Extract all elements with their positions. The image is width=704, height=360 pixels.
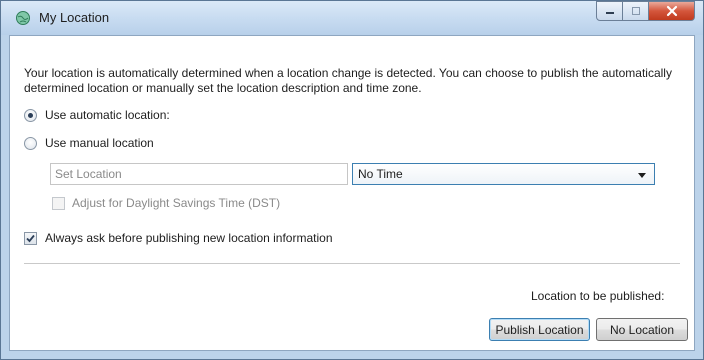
- no-location-button[interactable]: No Location: [596, 318, 688, 341]
- timezone-select[interactable]: No Time: [352, 163, 655, 185]
- maximize-icon: [631, 7, 640, 15]
- divider: [24, 263, 680, 264]
- title-bar[interactable]: My Location: [1, 1, 703, 35]
- always-ask-label: Always ask before publishing new locatio…: [45, 231, 333, 245]
- globe-icon: [16, 11, 30, 25]
- minimize-button[interactable]: [596, 1, 623, 21]
- always-ask-checkbox[interactable]: [24, 232, 37, 245]
- description-text: Your location is automatically determine…: [24, 66, 672, 95]
- publish-status-label: Location to be published:: [531, 289, 665, 303]
- dst-checkbox[interactable]: [52, 197, 65, 210]
- close-icon: [666, 5, 677, 17]
- manual-location-label: Use manual location: [45, 136, 154, 150]
- my-location-window: My Location Your location is automatical…: [0, 0, 704, 360]
- maximize-button[interactable]: [623, 1, 649, 21]
- dialog-body: Your location is automatically determine…: [9, 35, 695, 351]
- window-title: My Location: [39, 10, 110, 25]
- manual-location-radio[interactable]: [24, 137, 37, 150]
- automatic-location-label: Use automatic location:: [45, 108, 170, 122]
- timezone-value: No Time: [358, 167, 403, 181]
- chevron-down-icon: [638, 173, 646, 178]
- close-button[interactable]: [649, 1, 695, 21]
- location-placeholder: Set Location: [55, 167, 122, 181]
- dst-label: Adjust for Daylight Savings Time (DST): [72, 196, 281, 210]
- automatic-location-radio[interactable]: [24, 109, 37, 122]
- window-controls: [596, 1, 695, 22]
- location-input[interactable]: Set Location: [50, 163, 348, 185]
- checkmark-icon: [26, 234, 35, 243]
- minimize-icon: [605, 12, 614, 14]
- publish-location-button[interactable]: Publish Location: [489, 318, 590, 341]
